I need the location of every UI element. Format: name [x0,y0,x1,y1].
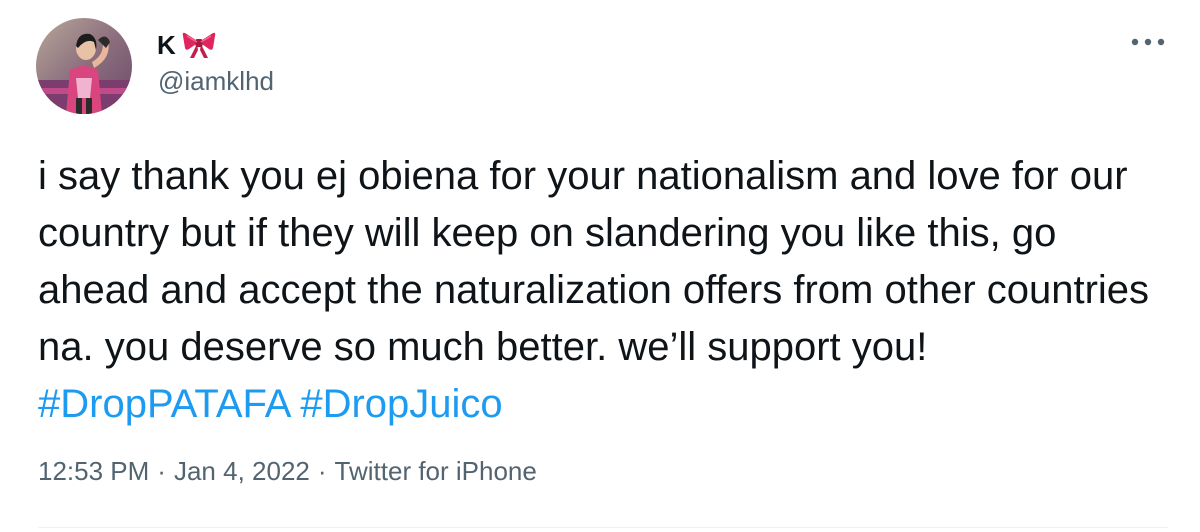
author-name-row[interactable]: K [157,28,216,62]
hashtag-dropjuico[interactable]: #DropJuico [300,382,502,426]
meta-separator: · [317,456,327,486]
hashtag-droppatafa[interactable]: #DropPATAFA [38,382,289,426]
more-options-icon[interactable] [1130,32,1166,52]
avatar-image [36,18,132,114]
tweet-source[interactable]: Twitter for iPhone [335,456,537,487]
divider [38,527,1168,528]
author-handle[interactable]: @iamklhd [158,66,274,97]
tweet-card: K @iamklhd i say thank you ej obiena for… [0,0,1200,532]
meta-separator: · [157,456,166,486]
author-display-name[interactable]: K [157,30,176,61]
avatar[interactable] [36,18,132,114]
tweet-metadata: 12:53 PM · Jan 4, 2022 · Twitter for iPh… [38,456,537,487]
bow-icon [183,32,216,58]
tweet-text: i say thank you ej obiena for your natio… [38,148,1168,433]
tweet-time[interactable]: 12:53 PM [38,456,149,487]
tweet-body-text: i say thank you ej obiena for your natio… [38,154,1161,369]
tweet-date[interactable]: Jan 4, 2022 [174,456,310,487]
